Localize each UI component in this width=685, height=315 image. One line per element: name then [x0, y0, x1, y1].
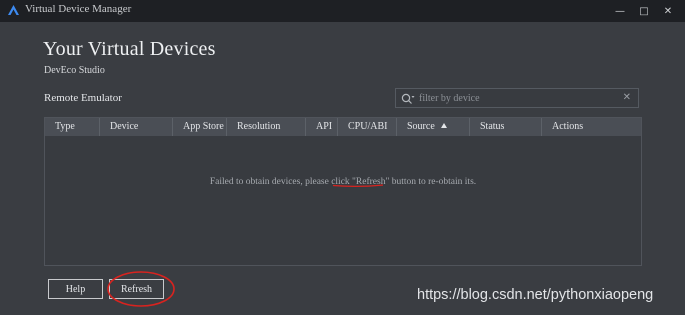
close-button[interactable]: ✕: [656, 0, 680, 22]
help-button[interactable]: Help: [48, 279, 103, 299]
section-label: Remote Emulator: [44, 92, 122, 104]
red-circle-annotation: [107, 271, 175, 307]
devices-table: Type Device App Store Resolution API CPU…: [44, 117, 642, 266]
minimize-button[interactable]: —: [608, 0, 632, 22]
sort-ascending-icon: [440, 123, 447, 128]
column-header-type[interactable]: Type: [45, 118, 100, 136]
maximize-button[interactable]: □: [632, 0, 656, 22]
column-header-status[interactable]: Status: [470, 118, 542, 136]
column-header-source[interactable]: Source: [397, 118, 470, 136]
window-title: Virtual Device Manager: [25, 3, 132, 15]
title-bar: Virtual Device Manager — □ ✕: [0, 0, 685, 22]
column-header-app-store[interactable]: App Store: [173, 118, 227, 136]
table-header: Type Device App Store Resolution API CPU…: [45, 118, 641, 136]
column-header-api[interactable]: API: [306, 118, 338, 136]
filter-input[interactable]: [419, 90, 614, 106]
deveco-logo-icon: [8, 5, 19, 15]
column-header-resolution[interactable]: Resolution: [227, 118, 306, 136]
search-icon: [401, 93, 415, 104]
red-underline-annotation: [332, 184, 384, 187]
watermark-text: https://blog.csdn.net/pythonxiaopeng: [417, 287, 654, 303]
page-subtitle: DevEco Studio: [44, 65, 105, 76]
column-header-actions[interactable]: Actions: [542, 118, 641, 136]
page-title: Your Virtual Devices: [43, 38, 216, 60]
column-header-cpu-abi[interactable]: CPU/ABI: [338, 118, 397, 136]
column-header-device[interactable]: Device: [100, 118, 173, 136]
filter-field[interactable]: ✕: [395, 88, 639, 108]
clear-filter-icon[interactable]: ✕: [623, 92, 631, 103]
